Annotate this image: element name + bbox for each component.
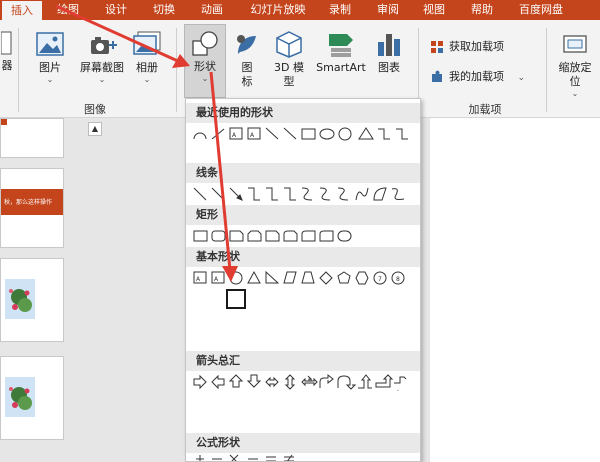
tab-transitions[interactable]: 切换 [144,0,184,20]
addins-group-label: 加载项 [468,103,502,116]
screenshot-label: 屏幕截图 [80,61,124,74]
partial-label: 器 [1,59,13,72]
slide-thumbnail[interactable] [0,258,64,342]
shapes-dropdown: 最近使用的形状 A A 线条 矩形 基本形状 A A 7 8 箭头总汇 公式形状 [185,98,421,462]
svg-text:8: 8 [396,276,400,283]
tab-design[interactable]: 设计 [96,0,136,20]
tab-slideshow[interactable]: 幻灯片放映 [240,0,316,20]
screenshot-icon [91,37,117,54]
equation-shapes-grid[interactable] [192,453,418,462]
slide-thumbnail[interactable] [0,356,64,440]
images-group-label: 图像 [84,103,106,116]
section-lines: 线条 [186,163,420,183]
shapes-icon [192,31,218,56]
my-addins-button[interactable]: 我的加载项 ⌄ [430,68,525,86]
puzzle-icon [432,70,442,82]
zoom-label: 缩放定 [558,61,592,74]
3d-model-label-line2: 型 [283,75,295,88]
album-label: 相册 [136,61,158,74]
slide-thumbnail-panel: 秋，那么这样操作 [0,118,84,462]
tab-view[interactable]: 视图 [414,0,454,20]
album-button[interactable]: 相册 ⌄ [132,26,162,96]
chevron-down-icon: ⌄ [46,75,54,84]
tab-help[interactable]: 帮助 [462,0,502,20]
tab-insert[interactable]: 插入 [2,1,42,20]
svg-text:A: A [250,132,255,139]
partial-icon [0,31,12,55]
section-basic-shapes: 基本形状 [186,247,420,267]
zoom-icon [563,35,587,53]
section-recent-shapes: 最近使用的形状 [186,103,420,123]
scroll-up-button[interactable]: ▲ [88,122,102,136]
divider [176,28,177,112]
tab-review[interactable]: 审阅 [368,0,408,20]
rectangles-grid[interactable] [192,227,418,245]
svg-text:A: A [196,276,201,283]
accent-mark [1,119,7,125]
selected-shape-highlight [226,289,246,309]
tab-animations[interactable]: 动画 [192,0,232,20]
slide-thumbnail[interactable]: 秋，那么这样操作 [0,168,64,248]
svg-text:A: A [232,132,237,139]
section-equation-shapes: 公式形状 [186,433,420,453]
photo-image [5,279,35,319]
basic-shapes-grid[interactable]: A A 7 8 10 12 [192,269,418,287]
slide-banner-text: 秋，那么这样操作 [4,199,53,206]
block-arrows-grid[interactable] [192,373,418,391]
divider [546,28,547,112]
icons-icon [237,35,256,54]
smartart-label: SmartArt [316,61,366,74]
chart-icon [378,34,400,56]
slide-thumbnail[interactable] [0,118,64,158]
chart-label: 图表 [378,61,400,74]
tab-draw[interactable]: 绘图 [48,0,88,20]
lines-grid[interactable] [192,185,418,203]
powerpoint-window: 插入 绘图 设计 切换 动画 幻灯片放映 录制 审阅 视图 帮助 百度网盘 器 … [0,0,600,462]
photo-image [5,377,35,417]
icons-label-line2: 标 [241,75,253,88]
partial-button[interactable]: 器 [0,26,14,92]
section-rectangles: 矩形 [186,205,420,225]
3d-model-button[interactable]: 3D 模 型 [268,26,310,98]
icons-label: 图 [241,61,253,74]
get-addins-button[interactable]: 获取加载项 [430,38,504,56]
3d-model-label: 3D 模 [274,61,304,74]
picture-button[interactable]: 图片 ⌄ [30,26,70,96]
my-addins-label: 我的加载项 [449,70,504,83]
slide-canvas[interactable] [430,118,600,462]
divider [18,28,19,112]
thumbnail-scrollbar[interactable]: ▲ [84,118,106,462]
cube-icon [276,31,302,58]
chevron-down-icon: ⌄ [517,73,526,83]
smartart-icon [329,34,353,57]
screenshot-button[interactable]: 屏幕截图 ⌄ [74,26,130,96]
chevron-down-icon: ⌄ [571,89,579,98]
zoom-button[interactable]: 缩放定 位 ⌄ [552,26,598,102]
album-icon [133,31,161,55]
smartart-button[interactable]: SmartArt [312,26,370,86]
shapes-label: 形状 [194,60,216,73]
chevron-down-icon: ⌄ [201,74,209,83]
chart-button[interactable]: 图表 [372,26,406,86]
svg-text:A: A [214,276,219,283]
tab-record[interactable]: 录制 [320,0,360,20]
tab-baidu-netdisk[interactable]: 百度网盘 [508,0,574,20]
chevron-down-icon: ⌄ [143,75,151,84]
section-block-arrows: 箭头总汇 [186,351,420,371]
store-icon [431,41,443,53]
icons-button[interactable]: 图 标 [230,26,264,98]
ribbon-tab-bar: 插入 绘图 设计 切换 动画 幻灯片放映 录制 审阅 视图 帮助 百度网盘 [0,0,600,20]
picture-icon [36,32,64,56]
recent-shapes-grid[interactable]: A A [192,125,418,143]
chevron-down-icon: ⌄ [98,75,106,84]
zoom-label-line2: 位 [569,75,581,88]
picture-label: 图片 [39,61,61,74]
shapes-button[interactable]: 形状 ⌄ [184,24,226,98]
get-addins-label: 获取加载项 [449,40,504,53]
svg-text:7: 7 [378,276,382,283]
